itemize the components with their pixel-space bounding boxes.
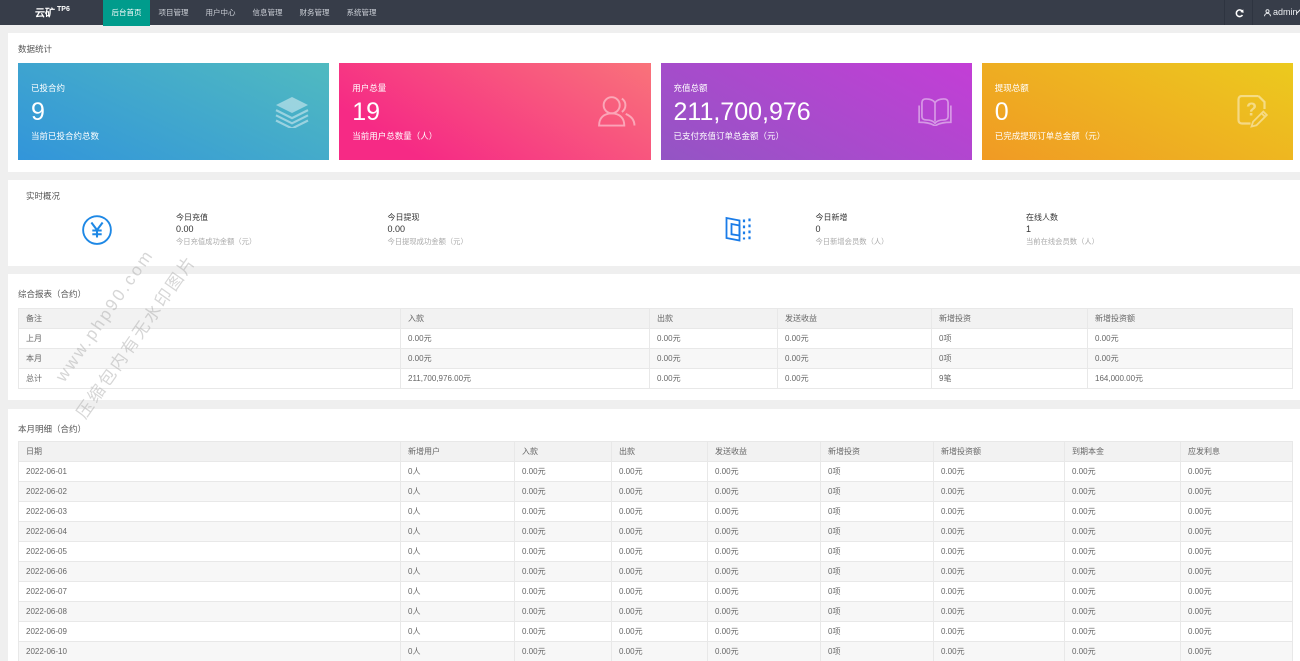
svg-text:?: ? xyxy=(1246,100,1257,120)
